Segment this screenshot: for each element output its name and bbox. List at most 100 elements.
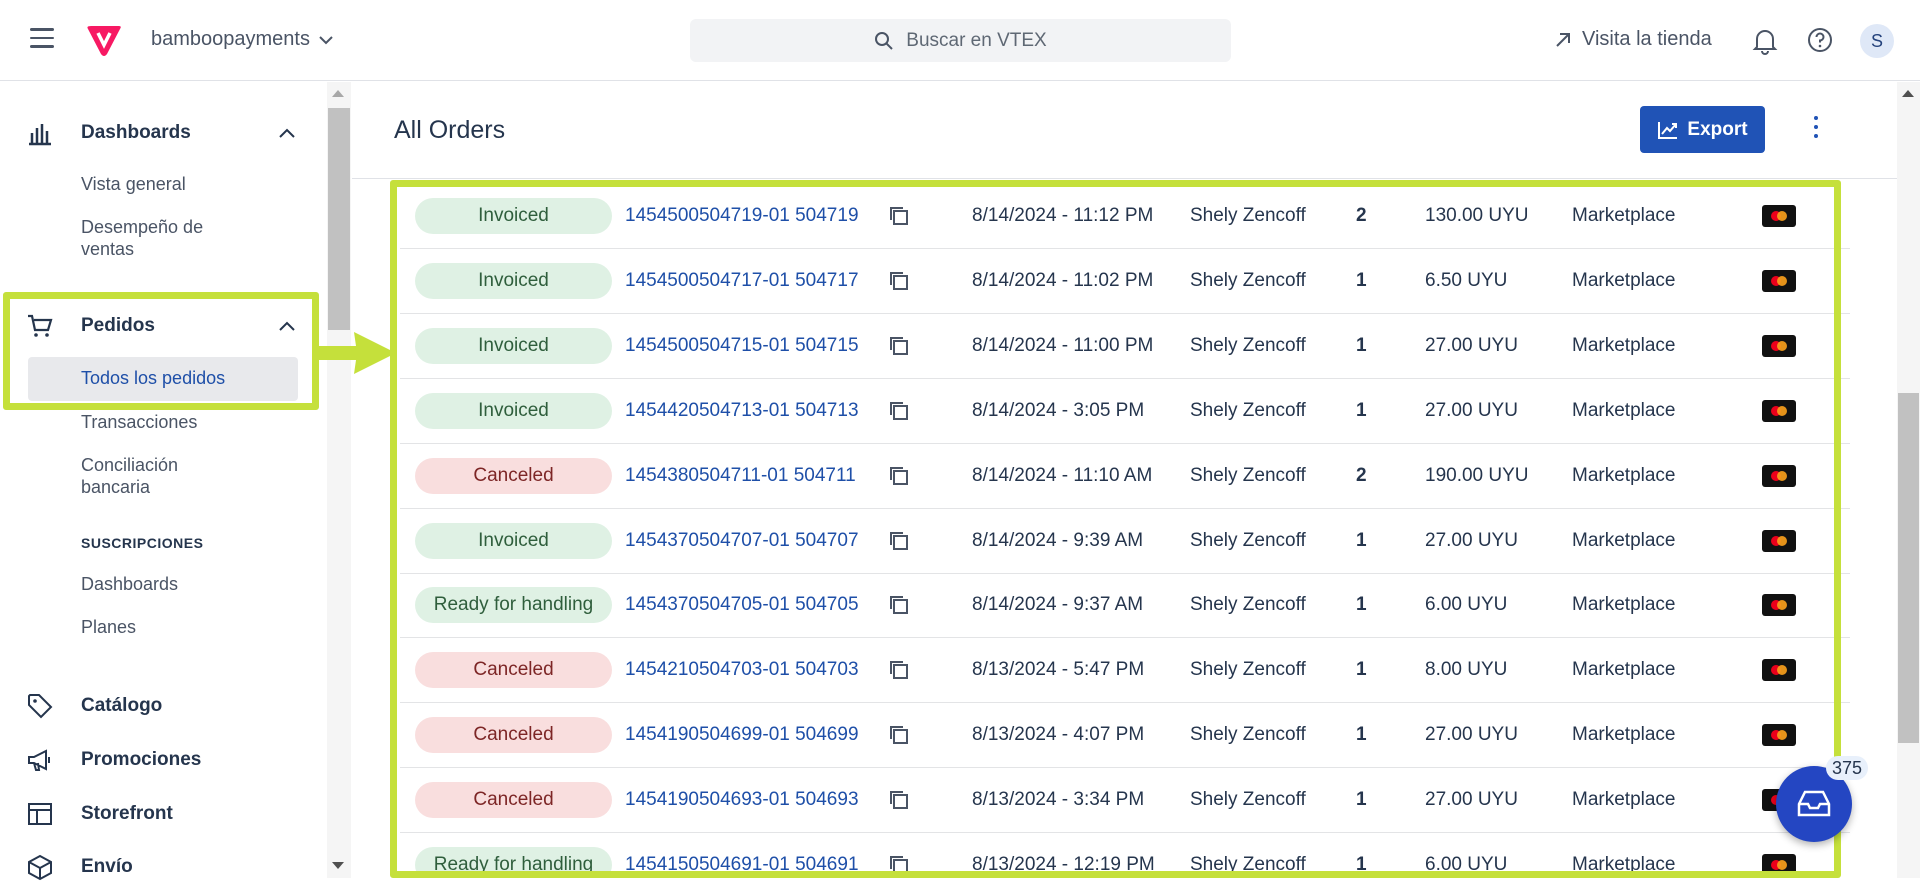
sidebar-label-catalogo: Catálogo: [81, 695, 163, 716]
table-row[interactable]: Invoiced 1454420504713-01 504713 8/14/2024…: [400, 379, 1850, 444]
order-date: 8/14/2024 - 11:12 PM: [972, 205, 1154, 226]
table-row[interactable]: Invoiced 1454500504717-01 504717 8/14/2024…: [400, 249, 1850, 314]
order-amount: 190.00 UYU: [1425, 464, 1529, 486]
export-label: Export: [1687, 118, 1748, 140]
order-id-link[interactable]: 1454190504693-01 504693: [625, 768, 859, 832]
search-input[interactable]: Buscar en VTEX: [690, 19, 1231, 62]
customer-name: Shely Zencoff: [1190, 464, 1306, 486]
table-row[interactable]: Canceled 1454190504693-01 504693 8/13/2024…: [400, 768, 1850, 834]
bell-icon[interactable]: [1752, 27, 1778, 55]
more-options-icon[interactable]: [1812, 116, 1820, 142]
customer-name: Shely Zencoff: [1190, 399, 1306, 421]
order-date: 8/13/2024 - 5:47 PM: [972, 659, 1145, 681]
sales-channel: Marketplace: [1572, 724, 1676, 746]
visit-store-link[interactable]: Visita la tienda: [1554, 28, 1712, 51]
sidebar-item-vista-general[interactable]: Vista general: [81, 173, 186, 195]
sidebar-label-envio: Envío: [81, 856, 133, 877]
table-row[interactable]: Invoiced 1454500504719-01 504719 8/14/2024…: [400, 184, 1850, 249]
avatar[interactable]: S: [1860, 24, 1894, 58]
order-id-link[interactable]: 1454500504719-01 504719: [625, 184, 859, 248]
copy-icon[interactable]: [888, 184, 910, 248]
menu-icon[interactable]: [30, 28, 54, 50]
chevron-up-icon: [279, 128, 295, 138]
sidebar-heading-suscripciones: SUSCRIPCIONES: [81, 535, 204, 551]
customer-name: Shely Zencoff: [1190, 269, 1306, 291]
top-bar: bamboopayments Buscar en VTEX Visita la …: [0, 0, 1920, 81]
orders-table: Invoiced 1454500504719-01 504719 8/14/2024…: [390, 184, 1850, 878]
item-count: 1: [1356, 659, 1367, 681]
copy-icon[interactable]: [888, 573, 910, 637]
sidebar-section-pedidos[interactable]: Pedidos: [0, 304, 320, 348]
copy-icon[interactable]: [888, 509, 910, 573]
mastercard-icon: [1762, 703, 1796, 767]
order-date: 8/13/2024 - 4:07 PM: [972, 724, 1145, 746]
status-badge: Canceled: [415, 457, 612, 494]
table-row[interactable]: Canceled 1454380504711-01 504711 8/14/2024…: [400, 444, 1850, 509]
table-row[interactable]: Invoiced 1454500504715-01 504715 8/14/2024…: [400, 314, 1850, 379]
export-button[interactable]: Export: [1640, 106, 1765, 153]
scroll-up-arrow-icon[interactable]: [1902, 90, 1914, 97]
order-date: 8/14/2024 - 9:37 AM: [972, 594, 1144, 616]
order-id-link[interactable]: 1454380504711-01 504711: [625, 444, 856, 508]
order-amount: 8.00 UYU: [1425, 659, 1508, 681]
sidebar-section-dashboards[interactable]: Dashboards: [0, 111, 320, 155]
copy-icon[interactable]: [888, 379, 910, 443]
status-badge: Invoiced: [415, 522, 612, 559]
scroll-down-arrow-icon[interactable]: [332, 862, 344, 869]
mastercard-icon: [1762, 314, 1796, 378]
account-selector[interactable]: bamboopayments: [151, 28, 334, 51]
customer-name: Shely Zencoff: [1190, 594, 1306, 616]
order-id-link[interactable]: 1454190504699-01 504699: [625, 703, 859, 767]
item-count: 1: [1356, 854, 1367, 875]
sidebar-item-desempeno-ventas[interactable]: Desempeño de ventas: [81, 216, 251, 260]
order-id-link[interactable]: 1454420504713-01 504713: [625, 379, 859, 443]
mastercard-icon: [1762, 573, 1796, 637]
order-date: 8/14/2024 - 9:39 AM: [972, 529, 1144, 551]
sidebar-item-planes[interactable]: Planes: [81, 616, 136, 638]
order-id-link[interactable]: 1454150504691-01 504691: [625, 833, 859, 878]
order-id-link[interactable]: 1454370504705-01 504705: [625, 573, 859, 637]
copy-icon[interactable]: [888, 314, 910, 378]
vtex-logo[interactable]: [86, 24, 122, 58]
order-amount: 27.00 UYU: [1425, 334, 1518, 356]
order-id-link[interactable]: 1454210504703-01 504703: [625, 638, 859, 702]
sidebar-label-storefront: Storefront: [81, 803, 173, 824]
sales-channel: Marketplace: [1572, 659, 1676, 681]
order-id-link[interactable]: 1454370504707-01 504707: [625, 509, 859, 573]
scroll-up-arrow-icon[interactable]: [332, 90, 344, 97]
table-row[interactable]: Invoiced 1454370504707-01 504707 8/14/2024…: [400, 509, 1850, 574]
order-amount: 27.00 UYU: [1425, 399, 1518, 421]
table-row[interactable]: Canceled 1454210504703-01 504703 8/13/2024…: [400, 638, 1850, 704]
cart-icon: [28, 314, 53, 337]
status-badge: Ready for handling: [415, 587, 612, 624]
sidebar-scroll-thumb[interactable]: [328, 108, 350, 330]
sidebar-item-transacciones[interactable]: Transacciones: [81, 411, 197, 433]
sidebar-item-suscripciones-dashboards[interactable]: Dashboards: [81, 573, 178, 595]
sidebar-item-conciliacion-bancaria[interactable]: Conciliación bancaria: [81, 454, 231, 498]
order-id-link[interactable]: 1454500504715-01 504715: [625, 314, 859, 378]
table-row[interactable]: Ready for handling 1454370504705-01 50470…: [400, 573, 1850, 639]
copy-icon[interactable]: [888, 768, 910, 832]
copy-icon[interactable]: [888, 833, 910, 878]
search-placeholder: Buscar en VTEX: [906, 29, 1047, 51]
sidebar-item-todos-los-pedidos[interactable]: Todos los pedidos: [28, 357, 298, 401]
copy-icon[interactable]: [888, 703, 910, 767]
help-icon[interactable]: [1807, 27, 1833, 53]
sidebar-section-catalogo[interactable]: Catálogo: [0, 684, 320, 728]
sidebar-item-label: Todos los pedidos: [81, 368, 226, 388]
sidebar-section-envio[interactable]: Envío: [0, 845, 320, 889]
chevron-down-icon: [319, 35, 333, 44]
sidebar-label-pedidos: Pedidos: [81, 315, 155, 336]
copy-icon[interactable]: [888, 638, 910, 702]
copy-icon[interactable]: [888, 249, 910, 313]
table-row[interactable]: Ready for handling 1454150504691-01 50469…: [400, 833, 1850, 878]
status-badge: Canceled: [415, 652, 612, 689]
mastercard-icon: [1762, 509, 1796, 573]
main-scroll-thumb[interactable]: [1898, 393, 1919, 743]
table-row[interactable]: Canceled 1454190504699-01 504699 8/13/2024…: [400, 703, 1850, 769]
sidebar-section-storefront[interactable]: Storefront: [0, 792, 320, 836]
mastercard-icon: [1762, 249, 1796, 313]
copy-icon[interactable]: [888, 444, 910, 508]
sidebar-section-promociones[interactable]: Promociones: [0, 738, 320, 782]
order-id-link[interactable]: 1454500504717-01 504717: [625, 249, 859, 313]
